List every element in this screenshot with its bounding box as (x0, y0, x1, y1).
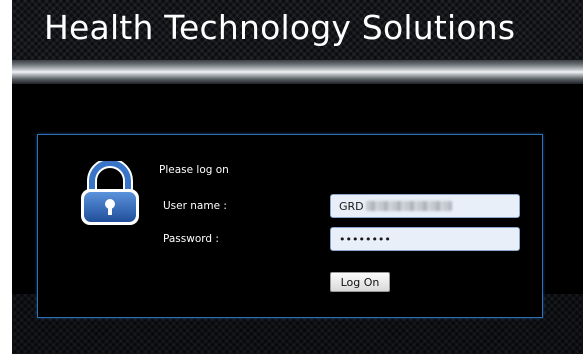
header-shadow (12, 84, 583, 98)
password-label: Password : (163, 233, 219, 245)
app-header: Health Technology Solutions (12, 0, 583, 60)
login-page: Health Technology Solutions Please log o… (12, 0, 583, 354)
username-label: User name : (163, 200, 227, 212)
lock-icon (81, 161, 139, 225)
login-panel: Please log on User name : Password : Log… (37, 134, 543, 318)
password-input[interactable] (330, 227, 520, 251)
redacted-username-text (366, 201, 452, 211)
header-divider-bar (12, 60, 583, 84)
login-prompt: Please log on (159, 164, 229, 176)
browser-viewport: Health Technology Solutions Please log o… (0, 0, 583, 354)
app-title: Health Technology Solutions (44, 8, 516, 47)
logon-button[interactable]: Log On (330, 272, 390, 292)
